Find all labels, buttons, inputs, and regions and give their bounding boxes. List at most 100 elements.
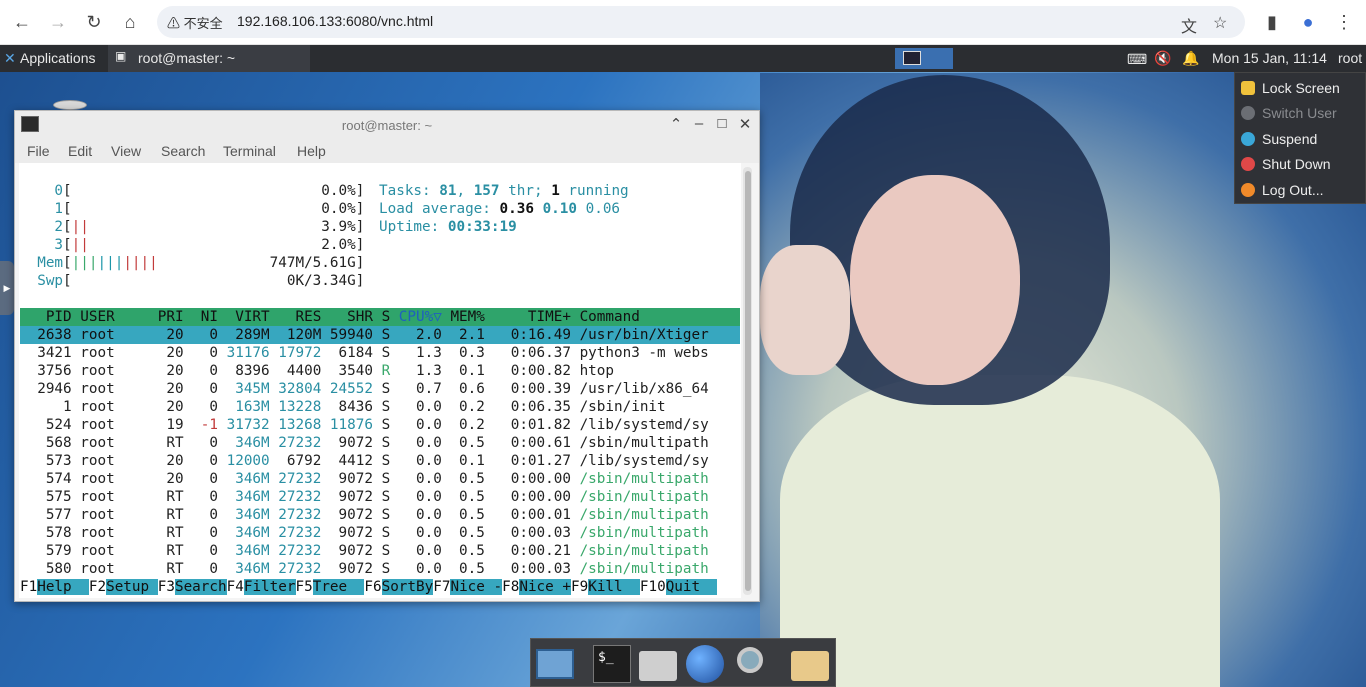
cell: 289M: [218, 327, 270, 343]
profile-icon[interactable]: ●: [1297, 11, 1319, 33]
search-icon[interactable]: [737, 647, 763, 673]
fkey-label[interactable]: SortBy: [381, 579, 434, 595]
minimize-button[interactable]: –: [690, 115, 708, 132]
fkey-label[interactable]: Help: [37, 579, 89, 595]
cell: S: [372, 327, 391, 343]
cell: 32804: [269, 381, 322, 397]
sidepanel-icon[interactable]: ▮: [1261, 11, 1283, 33]
uptime-value: 00:33:19: [447, 219, 517, 235]
process-row[interactable]: 524 root 19 -1 31732 13268 11876 S 0.0 0…: [20, 416, 740, 434]
process-row[interactable]: 577 root RT 0 346M 27232 9072 S 0.0 0.5 …: [20, 506, 740, 524]
files-icon[interactable]: [791, 651, 829, 681]
menu-file[interactable]: File: [27, 143, 50, 159]
security-warning[interactable]: ⚠ 不安全: [167, 13, 223, 32]
cell: 8436: [321, 399, 373, 415]
process-row[interactable]: 573 root 20 0 12000 6792 4412 S 0.0 0.1 …: [20, 452, 740, 470]
cell: 12000: [218, 453, 270, 469]
fkey-label[interactable]: Nice -: [450, 579, 503, 595]
cell: 20: [149, 381, 184, 397]
process-row[interactable]: 580 root RT 0 346M 27232 9072 S 0.0 0.5 …: [20, 560, 740, 578]
cell: 0: [183, 345, 218, 361]
translate-icon[interactable]: 文: [1181, 13, 1197, 37]
side-panel-handle[interactable]: ▶: [0, 261, 14, 315]
fkey-label[interactable]: Tree: [312, 579, 365, 595]
fkey-label[interactable]: Search: [174, 579, 227, 595]
cell: 20: [149, 399, 184, 415]
column-header: Command: [570, 309, 640, 325]
reload-button[interactable]: ↻: [83, 11, 105, 33]
scrollbar-thumb[interactable]: [745, 171, 751, 591]
process-row[interactable]: 2946 root 20 0 345M 32804 24552 S 0.7 0.…: [20, 380, 740, 398]
volume-muted-icon[interactable]: 🔇: [1154, 50, 1171, 67]
shade-button[interactable]: ⌃: [667, 115, 685, 133]
xfce-icon[interactable]: ✕: [4, 50, 16, 67]
process-row[interactable]: 579 root RT 0 346M 27232 9072 S 0.0 0.5 …: [20, 542, 740, 560]
forward-button[interactable]: →: [47, 11, 69, 33]
url-text[interactable]: 192.168.106.133:6080/vnc.html: [237, 13, 433, 29]
window-titlebar[interactable]: root@master: ~ ⌃ – □ ✕: [15, 111, 759, 139]
fkey-label[interactable]: Setup: [106, 579, 158, 595]
menu-view[interactable]: View: [111, 143, 141, 159]
process-row[interactable]: 3756 root 20 0 8396 4400 3540 R 1.3 0.1 …: [20, 362, 740, 380]
mem-bar-seg: |: [149, 255, 158, 271]
keyboard-icon[interactable]: ⌨: [1127, 51, 1147, 68]
menu-item-label: Log Out...: [1262, 182, 1324, 198]
fkey-label[interactable]: Filter: [243, 579, 296, 595]
menu-icon[interactable]: ⋮: [1333, 11, 1355, 33]
menu-terminal[interactable]: Terminal: [223, 143, 276, 159]
cell: 0:01.82: [484, 417, 571, 433]
clock[interactable]: Mon 15 Jan, 11:14: [1212, 50, 1327, 66]
process-row[interactable]: 568 root RT 0 346M 27232 9072 S 0.0 0.5 …: [20, 434, 740, 452]
desktop-drive-icon[interactable]: [53, 100, 87, 110]
back-button[interactable]: ←: [11, 11, 33, 33]
notification-bell-icon[interactable]: 🔔: [1182, 50, 1199, 67]
log-out-item[interactable]: Log Out...: [1241, 182, 1323, 202]
home-button[interactable]: ⌂: [119, 11, 141, 33]
cell: RT: [149, 525, 184, 541]
web-browser-icon[interactable]: [686, 645, 724, 683]
cell: S: [372, 453, 391, 469]
process-row[interactable]: 2638 root 20 0 289M 120M 59940 S 2.0 2.1…: [20, 326, 740, 344]
suspend-item[interactable]: Suspend: [1241, 131, 1317, 151]
wallpaper-figure: [780, 375, 1220, 687]
fkey-label[interactable]: Quit: [665, 579, 718, 595]
taskbar-button[interactable]: ▣ root@master: ~: [108, 45, 310, 72]
process-table-header: PID USER PRI NI VIRT RES SHR S CPU%▽ MEM…: [20, 308, 740, 326]
maximize-button[interactable]: □: [713, 115, 731, 132]
menu-edit[interactable]: Edit: [68, 143, 92, 159]
cell: 0: [183, 381, 218, 397]
terminal-icon[interactable]: $_: [593, 645, 631, 683]
user-menu-button[interactable]: root: [1338, 50, 1362, 66]
shut-down-item[interactable]: Shut Down: [1241, 156, 1330, 176]
home-folder-icon[interactable]: [639, 651, 677, 681]
cell: 120M: [269, 327, 322, 343]
workspace-switcher[interactable]: [895, 48, 953, 69]
fkey-label[interactable]: Nice +: [519, 579, 571, 595]
close-button[interactable]: ✕: [736, 115, 754, 133]
fkey: F8: [502, 579, 520, 595]
cell: 0.0: [390, 417, 442, 433]
star-icon[interactable]: ☆: [1213, 13, 1227, 33]
process-row[interactable]: 1 root 20 0 163M 13228 8436 S 0.0 0.2 0:…: [20, 398, 740, 416]
process-row[interactable]: 3421 root 20 0 31176 17972 6184 S 1.3 0.…: [20, 344, 740, 362]
cell: htop: [570, 363, 615, 379]
cell: S: [372, 471, 391, 487]
cell: 20: [149, 363, 184, 379]
cell: root: [71, 345, 150, 361]
menu-help[interactable]: Help: [297, 143, 326, 159]
lock-screen-item[interactable]: Lock Screen: [1241, 80, 1340, 100]
cell: 1.3: [390, 363, 442, 379]
fkey-label[interactable]: Kill: [588, 579, 640, 595]
menu-search[interactable]: Search: [161, 143, 205, 159]
meter-bracket: ]: [355, 219, 365, 235]
cell: 0.0: [390, 489, 442, 505]
process-row[interactable]: 574 root 20 0 346M 27232 9072 S 0.0 0.5 …: [20, 470, 740, 488]
applications-menu[interactable]: Applications: [20, 50, 96, 66]
terminal-menubar: File Edit View Search Terminal Help: [15, 139, 759, 163]
terminal-output[interactable]: 0[ 0.0%] 1[ 0.0%] 2[|| 3.9%] 3[|| 2.0%] …: [19, 163, 741, 598]
cpu-id: 3: [20, 237, 64, 253]
show-desktop-icon[interactable]: [536, 649, 574, 679]
process-row[interactable]: 578 root RT 0 346M 27232 9072 S 0.0 0.5 …: [20, 524, 740, 542]
process-row[interactable]: 575 root RT 0 346M 27232 9072 S 0.0 0.5 …: [20, 488, 740, 506]
address-bar[interactable]: ⚠ 不安全 192.168.106.133:6080/vnc.html 文 ☆: [157, 6, 1245, 38]
